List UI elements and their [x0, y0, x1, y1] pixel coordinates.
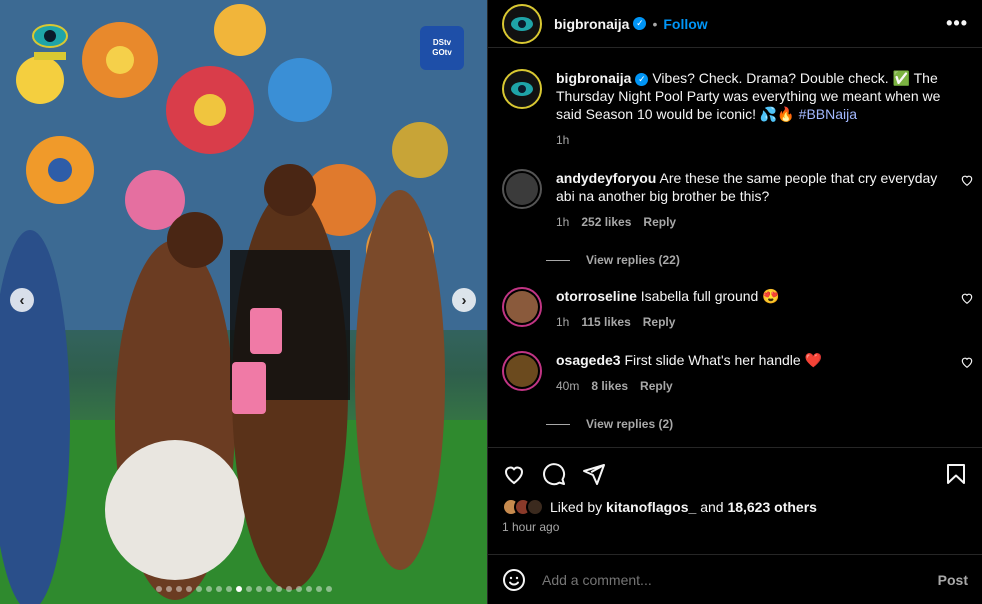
instagram-post-modal: DStv GOtv ‹ › bigbronaija ✓ • Follow •••… — [0, 0, 982, 604]
heart-icon[interactable] — [502, 462, 526, 486]
carousel-prev-button[interactable]: ‹ — [10, 288, 34, 312]
caption-avatar[interactable] — [502, 69, 542, 109]
post-actions: Liked by kitanoflagos_ and 18,623 others… — [488, 447, 982, 555]
liked-by-middle: and — [700, 499, 724, 515]
carousel-dot — [315, 586, 322, 592]
chevron-left-icon: ‹ — [19, 291, 25, 309]
reply-button[interactable]: Reply — [643, 213, 676, 231]
bookmark-icon[interactable] — [944, 462, 968, 486]
comment-row: otorroseline Isabella full ground 😍 1h 1… — [488, 287, 982, 331]
comment-row: osagede3 First slide What's her handle ❤… — [488, 351, 982, 395]
commenter-username[interactable]: osagede3 — [556, 352, 621, 368]
heart-icon[interactable] — [960, 355, 974, 369]
comment-time: 1h — [556, 215, 570, 229]
carousel-dot — [185, 586, 192, 592]
carousel-dot — [245, 586, 252, 592]
caption-username[interactable]: bigbronaija — [556, 70, 631, 86]
liked-by-user[interactable]: kitanoflagos_ — [606, 499, 696, 515]
share-icon[interactable] — [582, 462, 606, 486]
chevron-right-icon: › — [461, 291, 467, 309]
brand-line-2: GOtv — [432, 48, 452, 57]
comment-input[interactable] — [542, 571, 938, 588]
post-side-panel: bigbronaija ✓ • Follow ••• bigbronaija ✓ … — [487, 0, 982, 604]
more-horizontal-icon[interactable]: ••• — [946, 13, 968, 34]
brand-line-1: DStv — [432, 38, 452, 47]
carousel-dot — [205, 586, 212, 592]
carousel-dot — [265, 586, 272, 592]
liked-by: Liked by kitanoflagos_ and 18,623 others — [502, 498, 968, 516]
carousel-dots — [0, 586, 487, 592]
emoji-icon[interactable] — [502, 568, 526, 592]
commenter-avatar[interactable] — [502, 287, 542, 327]
post-media-carousel[interactable]: DStv GOtv ‹ › — [0, 0, 487, 604]
comment-text: Isabella full ground 😍 — [640, 288, 780, 304]
commenter-username[interactable]: otorroseline — [556, 288, 637, 304]
liker-avatar — [526, 498, 544, 516]
view-replies-label: View replies (22) — [586, 253, 680, 267]
carousel-dot — [275, 586, 282, 592]
comment-time: 1h — [556, 315, 570, 329]
comments-list[interactable]: bigbronaija ✓ Vibes? Check. Drama? Double… — [488, 49, 982, 447]
carousel-dot — [255, 586, 262, 592]
view-replies-button[interactable]: View replies (22) — [546, 253, 982, 267]
caption-time: 1h — [556, 133, 570, 147]
add-comment-bar: Post — [488, 554, 982, 604]
caption-row: bigbronaija ✓ Vibes? Check. Drama? Double… — [488, 69, 982, 149]
view-replies-button[interactable]: View replies (2) — [546, 417, 982, 431]
separator-dot: • — [652, 15, 658, 32]
post-comment-button[interactable]: Post — [938, 572, 968, 588]
follow-button[interactable]: Follow — [663, 16, 707, 32]
carousel-dot — [165, 586, 172, 592]
verified-badge-icon: ✓ — [633, 17, 647, 30]
carousel-dot — [285, 586, 292, 592]
author-avatar[interactable] — [502, 3, 542, 44]
heart-icon[interactable] — [960, 173, 974, 187]
comment-likes[interactable]: 252 likes — [581, 213, 631, 231]
comment-likes[interactable]: 8 likes — [591, 377, 628, 395]
verified-badge-icon: ✓ — [635, 72, 649, 86]
bbnaija-logo — [32, 24, 68, 60]
carousel-dot — [235, 586, 242, 592]
carousel-dot — [215, 586, 222, 592]
carousel-dot — [225, 586, 232, 592]
commenter-username[interactable]: andydeyforyou — [556, 170, 656, 186]
view-replies-label: View replies (2) — [586, 417, 674, 431]
post-photo — [0, 0, 487, 604]
comment-text: First slide What's her handle ❤️ — [624, 352, 822, 368]
heart-icon[interactable] — [960, 291, 974, 305]
carousel-dot — [295, 586, 302, 592]
liked-by-others[interactable]: 18,623 others — [727, 499, 817, 515]
carousel-dot — [155, 586, 162, 592]
carousel-dot — [305, 586, 312, 592]
author-username[interactable]: bigbronaija — [554, 16, 629, 32]
comment-time: 40m — [556, 379, 580, 393]
comment-row: andydeyforyou Are these the same people … — [488, 169, 982, 231]
carousel-next-button[interactable]: › — [452, 288, 476, 312]
caption-hashtag[interactable]: #BBNaija — [799, 106, 857, 122]
commenter-avatar[interactable] — [502, 169, 542, 209]
reply-button[interactable]: Reply — [640, 377, 673, 395]
reply-button[interactable]: Reply — [643, 313, 676, 331]
post-header: bigbronaija ✓ • Follow ••• — [488, 0, 982, 48]
carousel-dot — [195, 586, 202, 592]
liked-by-prefix: Liked by — [550, 499, 603, 515]
comment-likes[interactable]: 115 likes — [581, 313, 630, 331]
comment-icon[interactable] — [542, 462, 566, 486]
carousel-dot — [325, 586, 332, 592]
carousel-dot — [175, 586, 182, 592]
dstv-gotv-sign: DStv GOtv — [420, 26, 464, 70]
post-time-ago: 1 hour ago — [502, 520, 560, 534]
commenter-avatar[interactable] — [502, 351, 542, 391]
